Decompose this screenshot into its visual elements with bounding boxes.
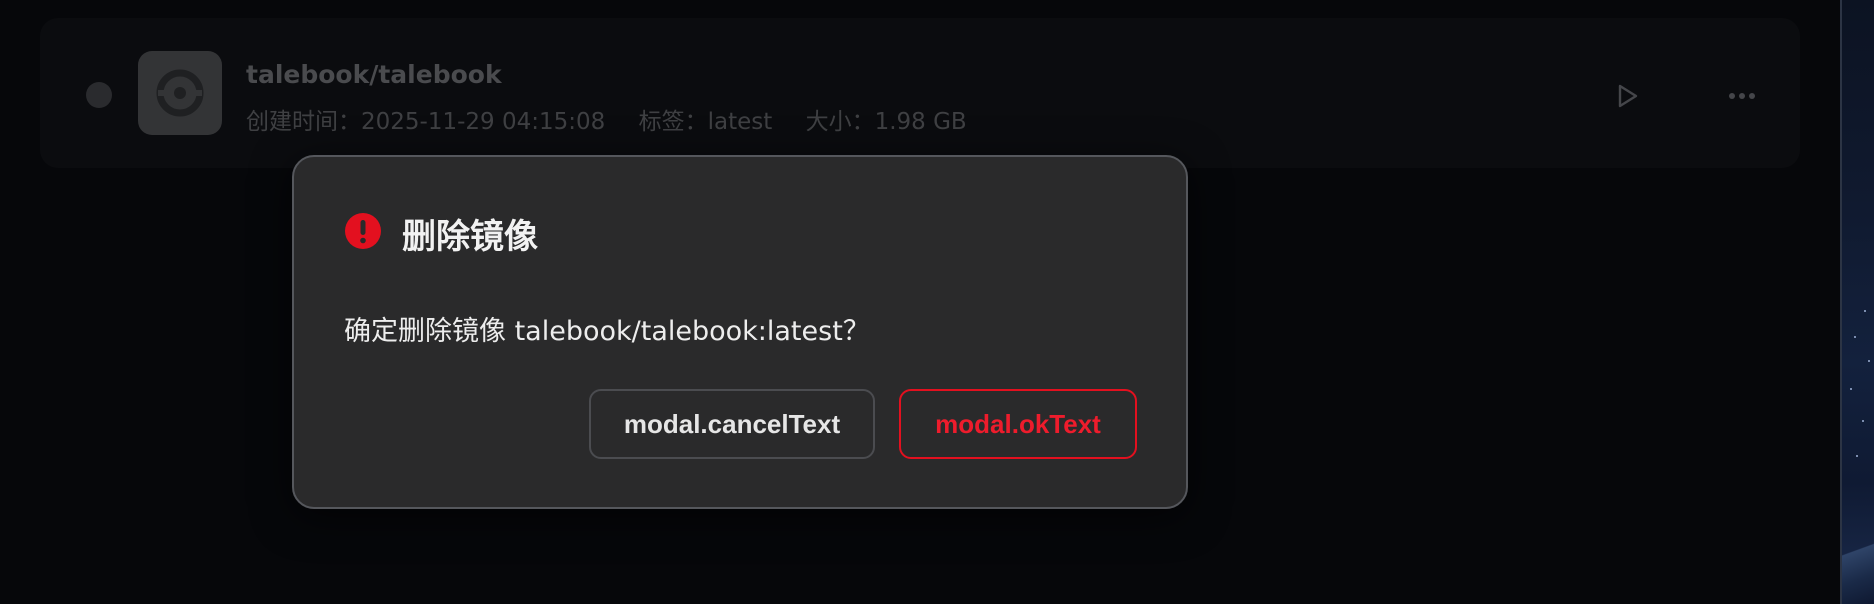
- app-window: talebook/talebook 创建时间：2025-11-29 04:15:…: [0, 0, 1840, 604]
- exclamation-circle-icon: [345, 213, 381, 249]
- dialog-title: 删除镜像: [402, 217, 538, 257]
- cancel-button[interactable]: modal.cancelText: [589, 389, 875, 459]
- ok-button[interactable]: modal.okText: [899, 389, 1137, 459]
- dialog-message: 确定删除镜像 talebook/talebook:latest？: [344, 316, 870, 347]
- desktop-wallpaper-edge: [1840, 0, 1874, 604]
- delete-image-dialog: 删除镜像 确定删除镜像 talebook/talebook:latest？ mo…: [292, 155, 1188, 509]
